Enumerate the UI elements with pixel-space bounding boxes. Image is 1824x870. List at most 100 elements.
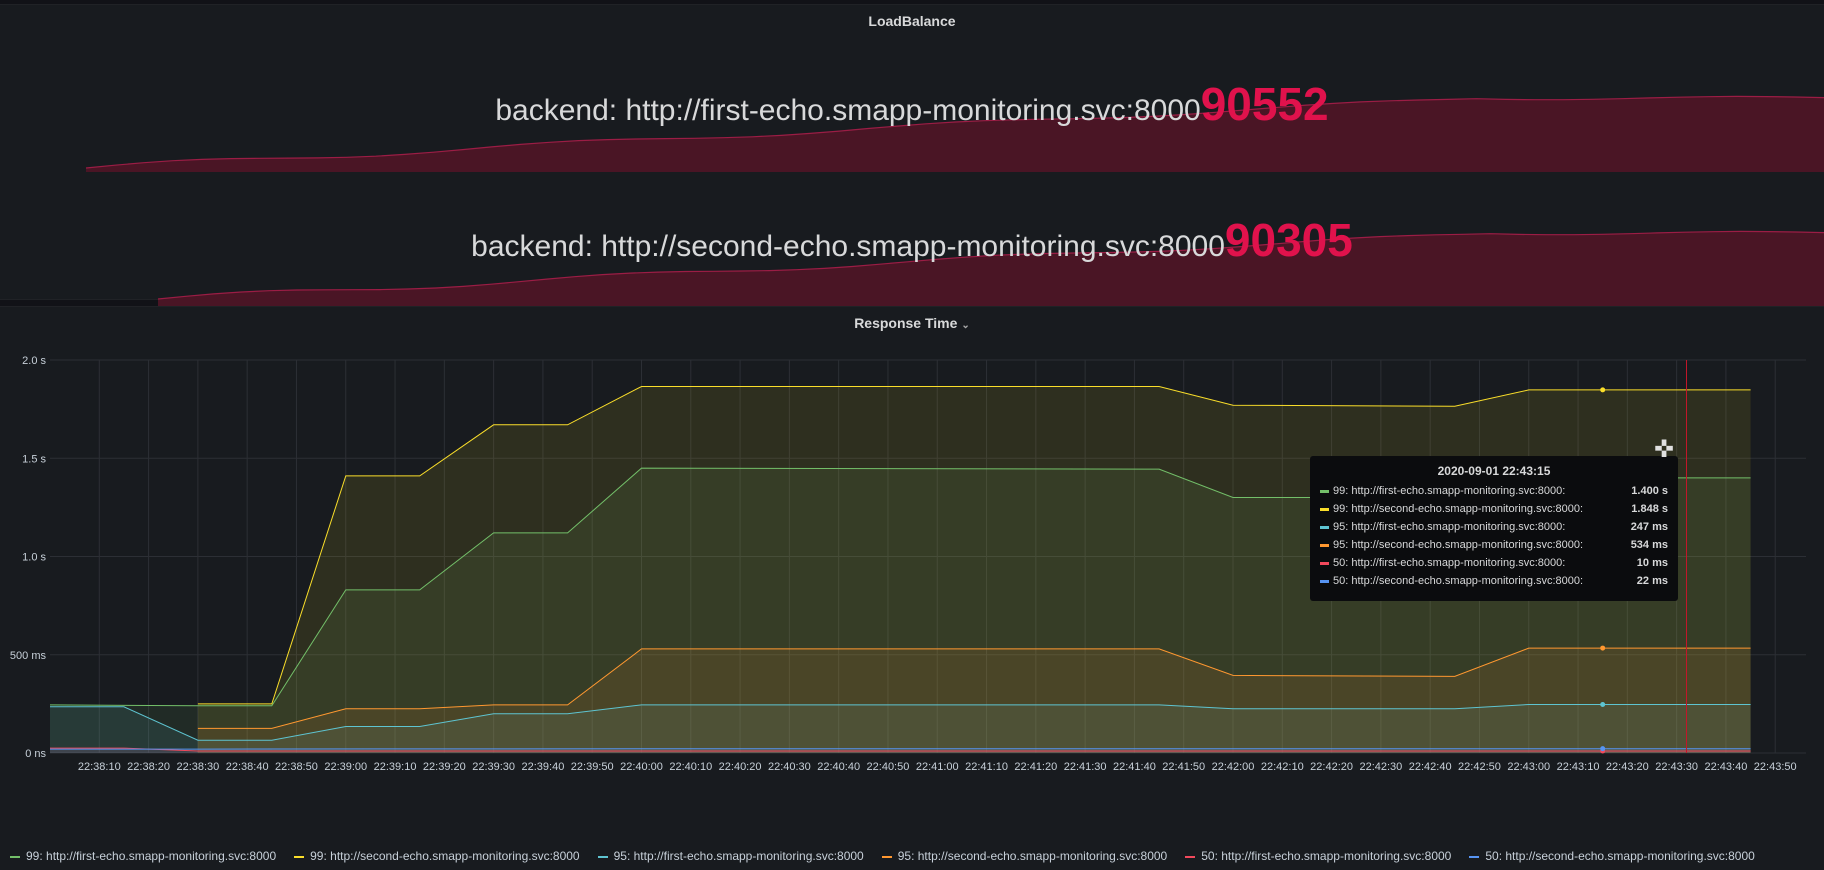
stat-value-first: 90552 [1200, 78, 1329, 130]
x-tick-label: 22:43:30 [1655, 761, 1698, 773]
legend-item[interactable]: 50: http://first-echo.smapp-monitoring.s… [1185, 849, 1451, 863]
tooltip-series-value: 1.848 s [1631, 503, 1668, 515]
x-tick-label: 22:38:10 [78, 761, 121, 773]
x-tick-label: 22:40:50 [867, 761, 910, 773]
x-tick-label: 22:39:40 [522, 761, 565, 773]
tooltip-row: 50: http://first-echo.smapp-monitoring.s… [1320, 554, 1668, 572]
y-tick-label: 500 ms [10, 650, 47, 662]
legend-swatch [1469, 855, 1480, 858]
legend-item[interactable]: 50: http://second-echo.smapp-monitoring.… [1469, 849, 1755, 863]
tooltip-series-name: 99: http://second-echo.smapp-monitoring.… [1333, 503, 1584, 515]
x-tick-label: 22:38:20 [127, 761, 170, 773]
x-tick-label: 22:41:40 [1113, 761, 1156, 773]
y-axis: 0 ns 500 ms 1.0 s 1.5 s 2.0 s [10, 355, 47, 760]
hover-point [1600, 645, 1606, 651]
x-tick-label: 22:40:10 [669, 761, 712, 773]
tooltip-row: 50: http://second-echo.smapp-monitoring.… [1320, 572, 1668, 590]
stat-value-second: 90305 [1224, 214, 1353, 266]
legend-item[interactable]: 95: http://second-echo.smapp-monitoring.… [881, 849, 1168, 863]
stat-label-first: backend: http://first-echo.smapp-monitor… [495, 94, 1201, 127]
x-tick-label: 22:39:50 [571, 761, 614, 773]
response-time-panel: Response Time ⌄ 0 ns 500 ms 1.0 s 1.5 s 2.0 s… [0, 306, 1824, 870]
panel-title-response-time[interactable]: Response Time ⌄ [0, 315, 1824, 331]
legend-swatch [10, 855, 20, 858]
x-tick-label: 22:42:20 [1310, 761, 1353, 773]
series-swatch [1320, 561, 1329, 565]
series-swatch [1320, 489, 1329, 493]
stat-second-echo: backend: http://second-echo.smapp-monito… [0, 173, 1824, 306]
x-tick-label: 22:40:00 [620, 761, 663, 773]
tooltip-series-name: 95: http://first-echo.smapp-monitoring.s… [1333, 521, 1566, 533]
legend-item[interactable]: 99: http://first-echo.smapp-monitoring.s… [10, 849, 276, 863]
x-tick-label: 22:40:20 [719, 761, 762, 773]
x-tick-label: 22:41:50 [1162, 761, 1205, 773]
chevron-down-icon[interactable]: ⌄ [961, 320, 969, 331]
legend-swatch [881, 855, 892, 858]
series-swatch [1320, 525, 1329, 529]
stat-first-echo: backend: http://first-echo.smapp-monitor… [0, 39, 1824, 172]
x-tick-label: 22:39:00 [324, 761, 367, 773]
x-tick-label: 22:38:30 [176, 761, 219, 773]
x-tick-label: 22:42:50 [1458, 761, 1501, 773]
x-axis: 22:38:10 22:38:20 22:38:30 22:38:40 22:38:50… [78, 761, 1797, 773]
x-tick-label: 22:41:20 [1014, 761, 1057, 773]
x-tick-label: 22:43:50 [1754, 761, 1797, 773]
tooltip-series-value: 10 ms [1636, 557, 1668, 569]
tooltip-rows: 99: http://first-echo.smapp-monitoring.s… [1320, 482, 1668, 590]
x-tick-label: 22:42:10 [1261, 761, 1304, 773]
x-tick-label: 22:39:30 [472, 761, 515, 773]
legend-swatch [294, 855, 305, 858]
loadbalance-panel: LoadBalance backend: http://first-echo.s… [0, 4, 1824, 306]
legend-swatch [1185, 855, 1196, 858]
y-tick-label: 2.0 s [22, 355, 46, 367]
crosshair-cursor-icon: ✜ [1654, 436, 1675, 463]
x-tick-label: 22:43:00 [1507, 761, 1550, 773]
panel-title-text: Response Time [854, 315, 958, 331]
tooltip-series-name: 50: http://first-echo.smapp-monitoring.s… [1333, 557, 1566, 569]
x-tick-label: 22:41:10 [965, 761, 1008, 773]
panel-title-loadbalance[interactable]: LoadBalance [0, 13, 1824, 29]
legend-label: 99: http://first-echo.smapp-monitoring.s… [26, 849, 277, 863]
tooltip-row: 95: http://second-echo.smapp-monitoring.… [1320, 536, 1668, 554]
hover-point [1600, 701, 1606, 707]
tooltip-row: 95: http://first-echo.smapp-monitoring.s… [1320, 518, 1668, 536]
stat-label-second: backend: http://second-echo.smapp-monito… [471, 230, 1225, 263]
x-tick-label: 22:42:40 [1409, 761, 1452, 773]
tooltip-series-value: 1.400 s [1631, 485, 1668, 497]
x-tick-label: 22:41:00 [916, 761, 959, 773]
x-tick-label: 22:39:10 [374, 761, 417, 773]
legend-item[interactable]: 99: http://second-echo.smapp-monitoring.… [294, 849, 580, 863]
x-tick-label: 22:38:50 [275, 761, 318, 773]
x-tick-label: 22:38:40 [226, 761, 269, 773]
x-tick-label: 22:40:40 [817, 761, 860, 773]
chart-legend: 99: http://first-echo.smapp-monitoring.s… [10, 849, 1810, 863]
series-swatch [1320, 543, 1329, 547]
tooltip-time: 2020-09-01 22:43:15 [1437, 464, 1551, 478]
chart-tooltip: 2020-09-01 22:43:15 99: http://first-ech… [1310, 456, 1678, 601]
x-tick-label: 22:42:00 [1212, 761, 1255, 773]
x-tick-label: 22:43:10 [1557, 761, 1600, 773]
tooltip-row: 99: http://second-echo.smapp-monitoring.… [1320, 500, 1668, 518]
tooltip-series-name: 95: http://second-echo.smapp-monitoring.… [1333, 539, 1584, 551]
series-swatch [1320, 507, 1329, 511]
legend-item[interactable]: 95: http://first-echo.smapp-monitoring.s… [597, 849, 864, 863]
legend-label: 95: http://second-echo.smapp-monitoring.… [897, 849, 1168, 863]
y-tick-label: 1.5 s [22, 453, 46, 465]
legend-swatch [597, 855, 608, 858]
legend-label: 50: http://first-echo.smapp-monitoring.s… [1201, 849, 1452, 863]
stat-text-first: backend: http://first-echo.smapp-monitor… [0, 77, 1824, 131]
tooltip-series-value: 22 ms [1636, 575, 1668, 587]
tooltip-series-value: 534 ms [1630, 539, 1668, 551]
tooltip-series-value: 247 ms [1630, 521, 1668, 533]
y-tick-label: 1.0 s [22, 552, 46, 564]
hover-point [1600, 387, 1606, 393]
legend-label: 99: http://second-echo.smapp-monitoring.… [310, 849, 580, 863]
legend-label: 50: http://second-echo.smapp-monitoring.… [1485, 849, 1755, 863]
stat-text-second: backend: http://second-echo.smapp-monito… [0, 213, 1824, 267]
tooltip-series-name: 50: http://second-echo.smapp-monitoring.… [1333, 575, 1584, 587]
tooltip-row: 99: http://first-echo.smapp-monitoring.s… [1320, 482, 1668, 500]
series-swatch [1320, 579, 1329, 583]
x-tick-label: 22:43:20 [1606, 761, 1649, 773]
x-tick-label: 22:41:30 [1064, 761, 1107, 773]
y-tick-label: 0 ns [25, 748, 46, 760]
